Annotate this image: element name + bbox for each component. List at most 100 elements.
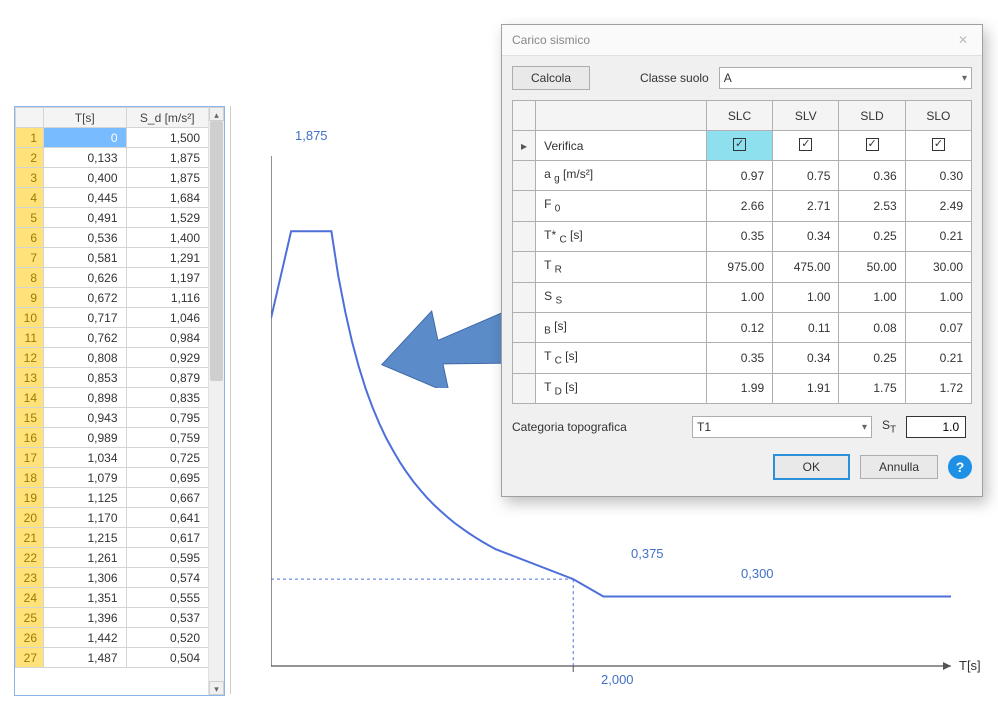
vertical-scrollbar[interactable]: ▴ ▾	[208, 107, 224, 695]
param-value[interactable]: 1.72	[905, 373, 971, 403]
cell-T[interactable]: 1,215	[44, 528, 127, 548]
param-value[interactable]: 2.71	[773, 191, 839, 221]
topography-combo[interactable]: T1 ▾	[692, 416, 872, 438]
cell-Sd[interactable]: 0,879	[126, 368, 208, 388]
cell-T[interactable]: 0,717	[44, 308, 127, 328]
help-icon[interactable]: ?	[948, 455, 972, 479]
cell-Sd[interactable]: 0,759	[126, 428, 208, 448]
scroll-thumb[interactable]	[210, 121, 223, 381]
param-value[interactable]: 0.12	[706, 312, 772, 342]
cell-Sd[interactable]: 0,695	[126, 468, 208, 488]
cell-Sd[interactable]: 1,116	[126, 288, 208, 308]
col-SLD[interactable]: SLD	[839, 101, 905, 131]
calculate-button[interactable]: Calcola	[512, 66, 590, 90]
param-value[interactable]: 2.53	[839, 191, 905, 221]
cell-T[interactable]: 0,626	[44, 268, 127, 288]
param-value[interactable]: 0.08	[839, 312, 905, 342]
cell-Sd[interactable]: 0,504	[126, 648, 208, 668]
row-number[interactable]: 9	[16, 288, 44, 308]
cell-Sd[interactable]: 0,835	[126, 388, 208, 408]
cell-Sd[interactable]: 1,684	[126, 188, 208, 208]
table-row[interactable]: 251,3960,537	[16, 608, 209, 628]
cell-Sd[interactable]: 1,291	[126, 248, 208, 268]
cell-T[interactable]: 0,581	[44, 248, 127, 268]
dialog-titlebar[interactable]: Carico sismico ✕	[502, 25, 982, 56]
param-value[interactable]: 0.21	[905, 343, 971, 373]
cell-T[interactable]: 0,943	[44, 408, 127, 428]
row-handle[interactable]	[513, 221, 536, 251]
cell-Sd[interactable]: 0,574	[126, 568, 208, 588]
table-row[interactable]: 150,9430,795	[16, 408, 209, 428]
table-row[interactable]: 50,4911,529	[16, 208, 209, 228]
param-value[interactable]: 0.36	[839, 161, 905, 191]
verifica-check[interactable]	[839, 131, 905, 161]
cell-T[interactable]: 0	[44, 128, 127, 148]
scroll-down-button[interactable]: ▾	[209, 681, 224, 695]
row-number[interactable]: 12	[16, 348, 44, 368]
cell-Sd[interactable]: 0,984	[126, 328, 208, 348]
row-number[interactable]: 22	[16, 548, 44, 568]
row-number[interactable]: 13	[16, 368, 44, 388]
cell-T[interactable]: 0,133	[44, 148, 127, 168]
row-number[interactable]: 15	[16, 408, 44, 428]
cell-Sd[interactable]: 0,795	[126, 408, 208, 428]
verifica-check[interactable]	[706, 131, 772, 161]
spectrum-table-scroll[interactable]: T[s] S_d [m/s²] 101,50020,1331,87530,400…	[15, 107, 208, 695]
param-value[interactable]: 475.00	[773, 252, 839, 282]
cell-T[interactable]: 0,989	[44, 428, 127, 448]
param-value[interactable]: 2.66	[706, 191, 772, 221]
table-row[interactable]: 20,1331,875	[16, 148, 209, 168]
row-number[interactable]: 20	[16, 508, 44, 528]
cell-T[interactable]: 1,306	[44, 568, 127, 588]
param-value[interactable]: 0.25	[839, 221, 905, 251]
col-header-Sd[interactable]: S_d [m/s²]	[126, 108, 208, 128]
table-row[interactable]: 101,500	[16, 128, 209, 148]
table-row[interactable]: 80,6261,197	[16, 268, 209, 288]
param-value[interactable]: 1.00	[706, 282, 772, 312]
verifica-check[interactable]	[905, 131, 971, 161]
col-header-T[interactable]: T[s]	[44, 108, 127, 128]
param-value[interactable]: 0.34	[773, 343, 839, 373]
param-value[interactable]: 1.00	[905, 282, 971, 312]
row-number[interactable]: 2	[16, 148, 44, 168]
param-value[interactable]: 0.21	[905, 221, 971, 251]
param-value[interactable]: 1.00	[773, 282, 839, 312]
row-handle[interactable]	[513, 312, 536, 342]
cell-T[interactable]: 0,400	[44, 168, 127, 188]
cell-Sd[interactable]: 0,617	[126, 528, 208, 548]
table-row[interactable]: 271,4870,504	[16, 648, 209, 668]
param-value[interactable]: 1.99	[706, 373, 772, 403]
param-value[interactable]: 0.25	[839, 343, 905, 373]
table-row[interactable]: 130,8530,879	[16, 368, 209, 388]
row-number[interactable]: 6	[16, 228, 44, 248]
cell-Sd[interactable]: 0,667	[126, 488, 208, 508]
table-row[interactable]: 221,2610,595	[16, 548, 209, 568]
cell-Sd[interactable]: 1,875	[126, 148, 208, 168]
cell-T[interactable]: 0,853	[44, 368, 127, 388]
table-row[interactable]: 171,0340,725	[16, 448, 209, 468]
cell-Sd[interactable]: 1,046	[126, 308, 208, 328]
cell-Sd[interactable]: 0,520	[126, 628, 208, 648]
table-row[interactable]: 261,4420,520	[16, 628, 209, 648]
table-row[interactable]: 231,3060,574	[16, 568, 209, 588]
table-row[interactable]: 100,7171,046	[16, 308, 209, 328]
param-value[interactable]: 50.00	[839, 252, 905, 282]
col-SLC[interactable]: SLC	[706, 101, 772, 131]
table-row[interactable]: 140,8980,835	[16, 388, 209, 408]
cell-T[interactable]: 0,536	[44, 228, 127, 248]
checkbox-icon[interactable]	[733, 138, 746, 151]
st-input[interactable]	[906, 416, 966, 438]
row-number[interactable]: 21	[16, 528, 44, 548]
cell-Sd[interactable]: 0,641	[126, 508, 208, 528]
param-value[interactable]: 2.49	[905, 191, 971, 221]
row-handle[interactable]	[513, 343, 536, 373]
table-row[interactable]: 191,1250,667	[16, 488, 209, 508]
param-value[interactable]: 0.97	[706, 161, 772, 191]
table-row[interactable]: 110,7620,984	[16, 328, 209, 348]
param-value[interactable]: 30.00	[905, 252, 971, 282]
param-value[interactable]: 0.75	[773, 161, 839, 191]
row-number[interactable]: 10	[16, 308, 44, 328]
cell-T[interactable]: 1,170	[44, 508, 127, 528]
param-value[interactable]: 1.91	[773, 373, 839, 403]
param-value[interactable]: 1.00	[839, 282, 905, 312]
